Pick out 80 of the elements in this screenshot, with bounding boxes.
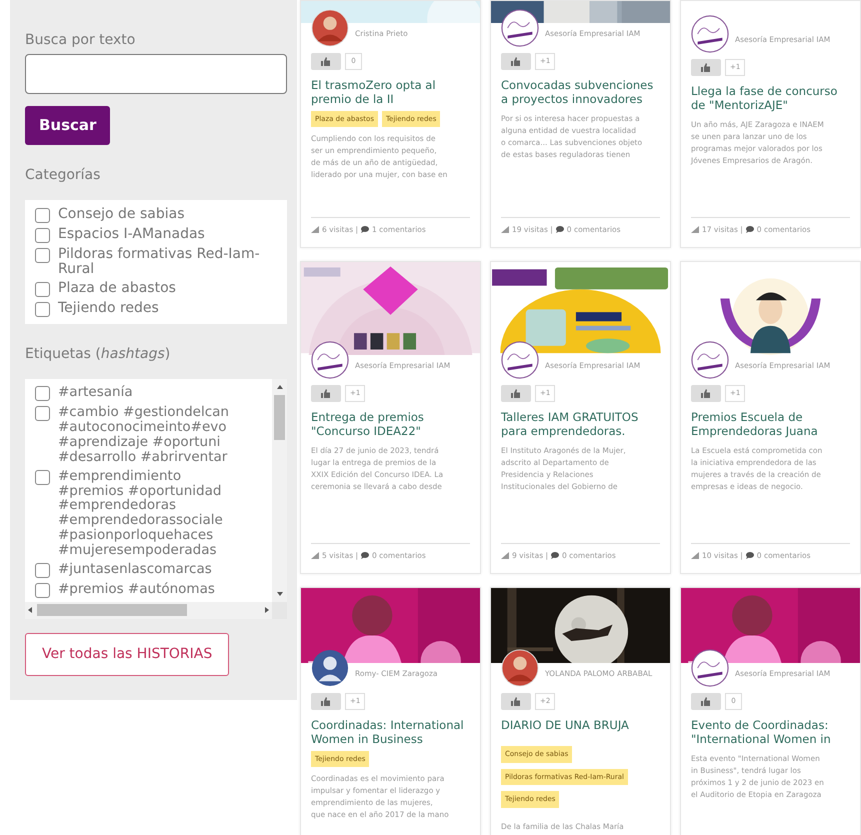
checkbox[interactable] [35,248,50,262]
like-button[interactable] [501,53,531,70]
section-title: Etiquetas (hashtags) [25,345,172,364]
checkbox-label[interactable]: #premios #autónomas [58,582,215,597]
signal-icon [311,552,319,559]
thumbs-up-icon [511,697,521,706]
checkbox[interactable] [35,562,50,578]
thumbs-up-icon [701,63,711,72]
comment-icon [361,226,370,233]
checkbox-label[interactable]: #artesanía [58,385,133,400]
avatar-icon [311,9,349,47]
scrollbar[interactable] [25,602,272,619]
thumbs-up-icon [321,57,331,66]
like-button[interactable] [501,385,531,402]
section-title: Categorías [25,166,102,184]
checkbox[interactable] [35,470,50,485]
checkbox[interactable] [35,302,50,318]
like-button[interactable] [691,693,721,710]
signal-icon [501,552,509,559]
thumbs-up-icon [701,697,711,706]
avatar-icon [311,649,349,687]
field-label: Busca por texto [25,31,136,50]
checkbox-label[interactable]: Pildoras formativas Red-Iam-Rural [58,246,277,278]
checkbox[interactable] [35,582,50,598]
thumbs-up-icon [701,389,711,398]
card-title[interactable]: Premios Escuela de Emprendedoras Juana [691,410,850,439]
like-button[interactable] [691,385,721,402]
search-button[interactable]: Buscar [25,106,110,144]
card-title[interactable]: Talleres IAM GRATUITOS para emprendedoras. [501,410,660,439]
scroll-thumb[interactable] [37,604,187,616]
checkbox-label[interactable]: Plaza de abastos [58,281,176,297]
card-title[interactable]: Llega la fase de concurso de "MentorizAJE" [691,84,850,113]
card-title[interactable]: Evento de Coordinadas: "International Women in [691,718,850,747]
logo-icon [501,341,539,379]
checkbox-label[interactable]: Consejo de sabias [58,206,184,222]
checkbox-label[interactable]: Espacios I-AManadas [58,226,205,242]
logo-icon [691,341,729,379]
comment-icon [746,226,754,233]
thumbs-up-icon [511,57,521,66]
all-stories-button[interactable]: Ver todas las HISTORIAS [25,632,230,676]
avatar-icon [501,649,539,687]
scroll-thumb[interactable] [274,395,285,440]
checkbox[interactable] [35,282,50,298]
scrollbar[interactable] [272,379,287,602]
checkbox-label[interactable]: #emprendimiento #premios #oportunidad #emprendedoras #emprendedorassociale #pasionporloquehaces #mujeresempoderadas [58,468,223,558]
like-button[interactable] [311,53,341,70]
signal-icon [691,226,699,233]
checkbox-label[interactable]: Tejiendo redes [58,301,159,317]
logo-icon [311,341,349,379]
card-title[interactable]: Coordinadas: International Women in Business [311,718,470,747]
signal-icon [501,226,509,233]
signal-icon [311,226,319,233]
card-title[interactable]: El trasmoZero opta al premio de la II [311,78,470,107]
thumbs-up-icon [511,389,521,398]
card-title[interactable]: Entrega de premios "Concurso IDEA22" [311,410,470,439]
comment-icon [361,552,370,559]
search-field[interactable] [25,54,287,94]
checkbox[interactable] [35,228,50,242]
like-button[interactable] [691,59,721,76]
thumbs-up-icon [321,389,331,398]
logo-icon [691,15,729,53]
like-button[interactable] [311,385,341,402]
card-title[interactable]: DIARIO DE UNA BRUJA [501,718,660,732]
checkbox-label[interactable]: #cambio #gestiondelcan #autoconocimeinto#evo #aprendizaje #oportuni #desarrollo #abrirventar [58,405,229,465]
signal-icon [691,552,699,559]
logo-icon [691,649,729,687]
checkbox[interactable] [35,386,50,402]
arrow-icon[interactable] [276,383,284,392]
comment-icon [551,552,560,559]
like-button[interactable] [501,693,531,710]
scrollbar-corner [272,602,287,619]
like-button[interactable] [311,693,341,710]
logo-icon [501,9,539,47]
checkbox[interactable] [35,208,50,222]
checkbox[interactable] [35,406,50,422]
checkbox-label[interactable]: #juntasenlascomarcas [58,562,212,577]
comment-icon [746,552,754,559]
card-title[interactable]: Convocadas subvenciones a proyectos innovadores [501,78,660,107]
thumbs-up-icon [321,697,331,706]
comment-icon [556,226,564,233]
